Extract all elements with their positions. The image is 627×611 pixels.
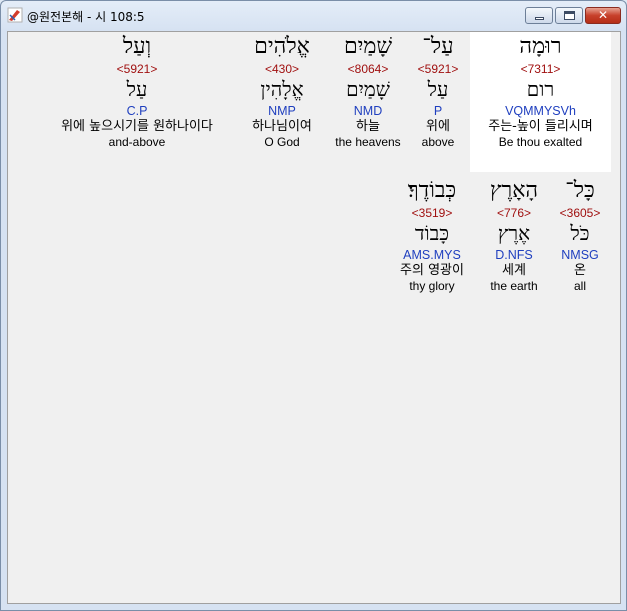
english-gloss: all <box>573 279 586 293</box>
lemma-word: אֱלָהִין <box>260 77 304 101</box>
hebrew-word: עַל־ <box>422 34 454 59</box>
korean-gloss: 세계 <box>502 263 526 278</box>
lemma-word: כֹּל <box>570 221 590 245</box>
parsing-code: VQMMYSVh <box>505 104 576 118</box>
strong-number[interactable]: <5921> <box>408 62 468 76</box>
app-icon <box>7 7 23 23</box>
minimize-button[interactable] <box>525 7 553 24</box>
english-gloss: Be thou exalted <box>498 135 583 149</box>
strong-number[interactable]: <3519> <box>388 206 476 220</box>
close-icon: ✕ <box>597 8 609 22</box>
word-cell[interactable]: כְּבוֹדֶךָ׃ <3519> כָּבוֹד AMS.MYS 주의 영광… <box>388 174 476 306</box>
app-window: @원전본해 - 시 108:5 ✕ רוּמָה <7311> רום VQMM… <box>0 0 627 611</box>
korean-gloss: 주는-높이 들리시며 <box>488 119 593 134</box>
strong-number[interactable]: <430> <box>240 62 324 76</box>
word-cell[interactable]: הָאָרֶץ <776> אֶרֶץ D.NFS 세계 the earth <box>478 174 550 306</box>
english-gloss: and-above <box>108 135 166 149</box>
window-title: @원전본해 - 시 108:5 <box>27 10 145 24</box>
korean-gloss: 온 <box>574 263 586 278</box>
korean-gloss: 하나님이여 <box>252 119 312 134</box>
hebrew-word: רוּמָה <box>519 34 562 59</box>
strong-number[interactable]: <8064> <box>328 62 408 76</box>
strong-number[interactable]: <3605> <box>550 206 610 220</box>
title-bar[interactable]: @원전본해 - 시 108:5 ✕ <box>1 1 626 31</box>
hebrew-word: וְעַל <box>122 34 152 59</box>
word-cell[interactable]: עַל־ <5921> עַל P 위에 above <box>408 32 468 172</box>
lemma-word: רום <box>526 77 555 101</box>
parsing-code: C.P <box>126 104 148 118</box>
word-cell[interactable]: שָׁמַיִם <8064> שָׁמַיִם NMD 하늘 the heav… <box>328 32 408 172</box>
parsing-code: NMSG <box>561 248 599 262</box>
korean-gloss: 하늘 <box>356 119 380 134</box>
parsing-code: D.NFS <box>495 248 533 262</box>
word-cell[interactable]: כָּל־ <3605> כֹּל NMSG 온 all <box>550 174 610 306</box>
hebrew-word: שָׁמַיִם <box>343 34 393 59</box>
strong-number[interactable]: <5921> <box>38 62 236 76</box>
strong-number[interactable]: <7311> <box>470 62 611 76</box>
hebrew-word: הָאָרֶץ <box>489 178 539 203</box>
interlinear-view[interactable]: רוּמָה <7311> רום VQMMYSVh 주는-높이 들리시며 Be… <box>7 31 621 604</box>
english-gloss: above <box>421 135 455 149</box>
close-button[interactable]: ✕ <box>585 7 621 24</box>
lemma-word: כָּבוֹד <box>414 221 450 245</box>
hebrew-word: כְּבוֹדֶךָ׃ <box>407 178 457 203</box>
english-gloss: the heavens <box>335 135 401 149</box>
lemma-word: עַל <box>427 77 449 101</box>
korean-gloss: 위에 <box>426 119 450 134</box>
hebrew-word: אֱלֹהִים <box>254 34 310 59</box>
korean-gloss: 위에 높으시기를 원하나이다 <box>61 119 213 134</box>
word-cell[interactable]: אֱלֹהִים <430> אֱלָהִין NMP 하나님이여 O God <box>240 32 324 172</box>
maximize-button[interactable] <box>555 7 583 24</box>
parsing-code: NMP <box>268 104 296 118</box>
english-gloss: the earth <box>490 279 538 293</box>
strong-number[interactable]: <776> <box>478 206 550 220</box>
hebrew-word: כָּל־ <box>565 178 595 203</box>
english-gloss: thy glory <box>409 279 455 293</box>
english-gloss: O God <box>264 135 300 149</box>
word-cell[interactable]: רוּמָה <7311> רום VQMMYSVh 주는-높이 들리시며 Be… <box>470 32 611 172</box>
word-cell[interactable]: וְעַל <5921> עַל C.P 위에 높으시기를 원하나이다 and-… <box>38 32 236 172</box>
parsing-code: P <box>433 104 443 118</box>
korean-gloss: 주의 영광이 <box>400 263 464 278</box>
lemma-word: שָׁמַיִם <box>346 77 390 101</box>
parsing-code: NMD <box>353 104 383 118</box>
parsing-code: AMS.MYS <box>403 248 461 262</box>
lemma-word: אֶרֶץ <box>497 221 531 245</box>
lemma-word: עַל <box>126 77 148 101</box>
